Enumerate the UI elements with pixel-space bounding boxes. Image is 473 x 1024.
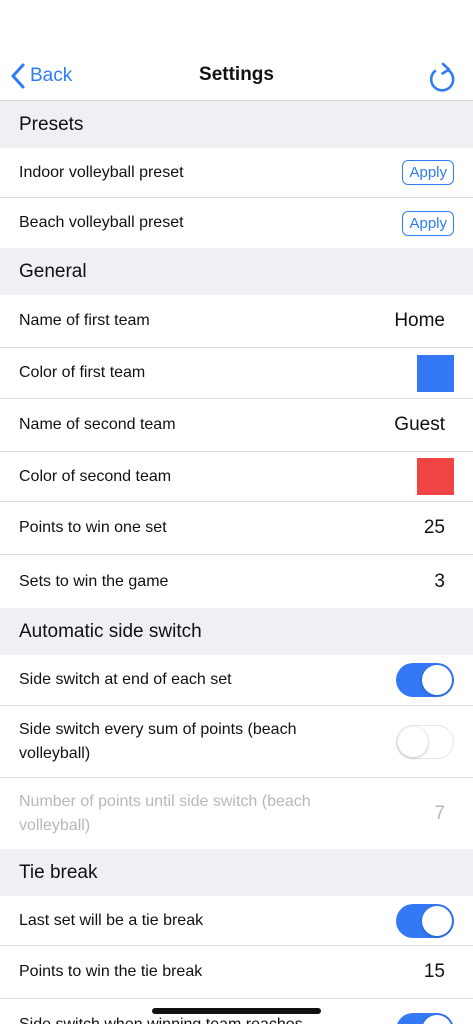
points-per-set-label: Points to win one set <box>19 519 167 536</box>
first-team-color-swatch[interactable] <box>417 354 454 392</box>
navigation-bar: Back Settings <box>0 0 473 101</box>
row-first-team-color[interactable]: Color of first team <box>0 348 473 399</box>
points-until-switch-label: Number of points until side switch (beac… <box>19 792 311 834</box>
home-indicator <box>152 1008 321 1014</box>
toggle-knob <box>398 726 428 757</box>
tie-break-points-label: Points to win the tie break <box>19 963 203 980</box>
row-points-until-switch: Number of points until side switch (beac… <box>0 778 473 849</box>
side-switch-sum-points-toggle[interactable] <box>396 724 454 759</box>
second-team-color-label: Color of second team <box>19 467 172 485</box>
second-team-name-label: Name of second team <box>19 416 176 433</box>
apply-indoor-preset-button[interactable]: Apply <box>402 160 454 185</box>
row-side-switch-sum-points: Side switch every sum of points (beach v… <box>0 706 473 778</box>
settings-list: Presets Indoor volleyball preset Apply B… <box>0 101 473 1024</box>
toggle-knob <box>422 905 452 936</box>
sets-to-win-label: Sets to win the game <box>19 572 169 590</box>
page-title: Settings <box>199 64 274 85</box>
first-team-name-value[interactable]: Home <box>394 310 454 332</box>
refresh-icon <box>429 62 455 92</box>
row-side-switch-end-of-set: Side switch at end of each set <box>0 655 473 706</box>
row-beach-preset: Beach volleyball preset Apply <box>0 198 473 248</box>
row-tie-break-points[interactable]: Points to win the tie break 15 <box>0 946 473 999</box>
side-switch-end-of-set-toggle[interactable] <box>396 663 454 697</box>
row-first-team-name[interactable]: Name of first team Home <box>0 295 473 348</box>
tie-break-switch-label: Side switch when winning team reaches <box>19 1013 303 1024</box>
row-sets-to-win[interactable]: Sets to win the game 3 <box>0 555 473 608</box>
refresh-button[interactable] <box>426 60 458 94</box>
second-team-color-swatch[interactable] <box>417 458 454 495</box>
indoor-preset-label: Indoor volleyball preset <box>19 163 184 181</box>
section-header-presets: Presets <box>0 101 473 148</box>
row-second-team-color[interactable]: Color of second team <box>0 452 473 502</box>
row-second-team-name[interactable]: Name of second team Guest <box>0 399 473 452</box>
toggle-knob <box>422 665 452 695</box>
tie-break-switch-toggle[interactable] <box>396 1013 454 1024</box>
sets-to-win-value[interactable]: 3 <box>434 571 454 593</box>
side-switch-end-of-set-label: Side switch at end of each set <box>19 671 232 688</box>
points-until-switch-value: 7 <box>434 802 445 824</box>
second-team-name-value[interactable]: Guest <box>394 414 454 436</box>
section-header-tie-break: Tie break <box>0 849 473 896</box>
side-switch-sum-points-label: Side switch every sum of points (beach v… <box>19 720 297 762</box>
beach-preset-label: Beach volleyball preset <box>19 214 184 231</box>
tie-break-points-value[interactable]: 15 <box>424 961 454 983</box>
apply-beach-preset-button[interactable]: Apply <box>402 210 454 236</box>
row-tie-break-last-set: Last set will be a tie break <box>0 896 473 946</box>
tie-break-last-set-toggle[interactable] <box>396 903 454 938</box>
first-team-color-label: Color of first team <box>19 364 146 381</box>
toggle-knob <box>422 1015 452 1024</box>
row-points-per-set[interactable]: Points to win one set 25 <box>0 502 473 555</box>
points-per-set-value[interactable]: 25 <box>424 517 454 539</box>
section-header-general: General <box>0 248 473 295</box>
tie-break-last-set-label: Last set will be a tie break <box>19 911 204 929</box>
row-indoor-preset: Indoor volleyball preset Apply <box>0 148 473 198</box>
section-header-side-switch: Automatic side switch <box>0 608 473 655</box>
first-team-name-label: Name of first team <box>19 312 150 329</box>
